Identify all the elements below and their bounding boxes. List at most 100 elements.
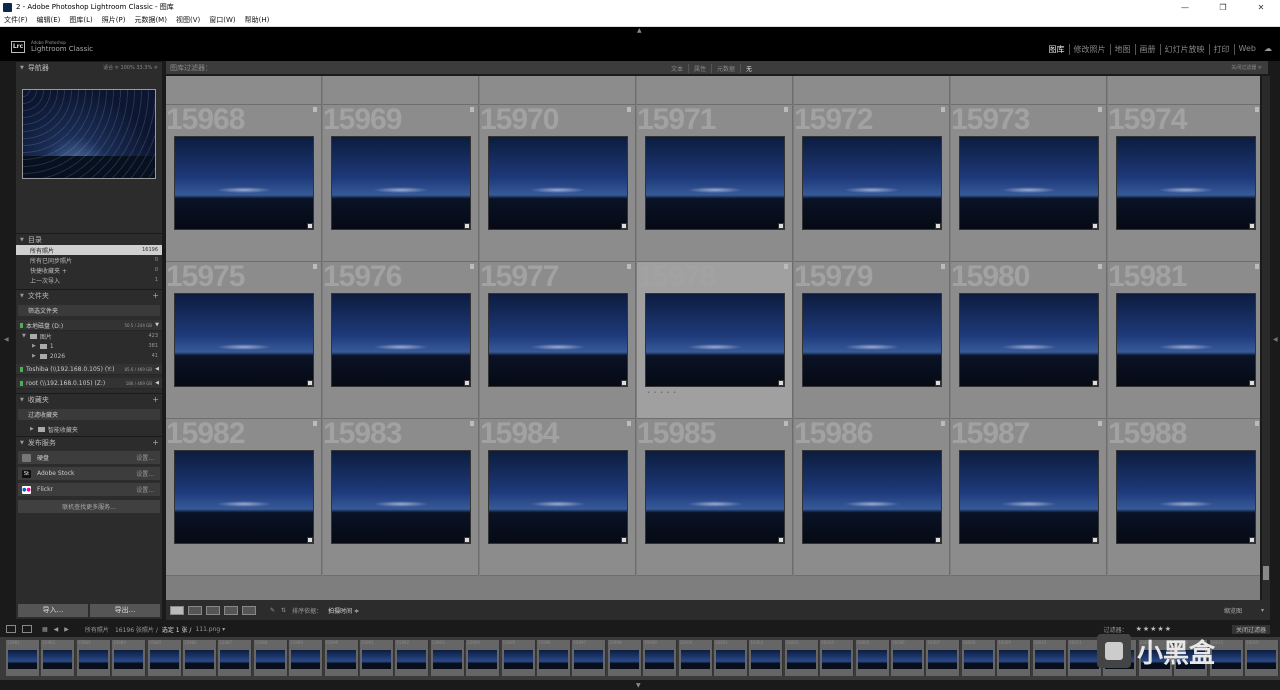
photo-thumbnail[interactable] <box>802 293 942 387</box>
edit-badge-icon[interactable] <box>935 223 941 229</box>
collections-header[interactable]: ▼ 收藏夹 + <box>16 393 162 405</box>
filmstrip-thumb[interactable]: 16001 <box>714 640 748 676</box>
flag-icon[interactable] <box>1255 107 1259 112</box>
grid-cell[interactable]: 15987 <box>951 417 1107 576</box>
module-develop[interactable]: 修改照片 <box>1070 44 1111 55</box>
loupe-view-icon[interactable] <box>188 605 202 615</box>
edit-badge-icon[interactable] <box>778 380 784 386</box>
edit-badge-icon[interactable] <box>464 537 470 543</box>
photo-thumbnail[interactable] <box>488 293 628 387</box>
close-button[interactable]: ✕ <box>1242 3 1280 12</box>
folder-item[interactable]: ▶ 2026 41 <box>16 351 162 361</box>
grid-cell[interactable] <box>637 76 793 105</box>
people-view-icon[interactable] <box>242 605 256 615</box>
grid-cell[interactable]: 15983 <box>323 417 479 576</box>
grid-cell[interactable]: 15986 <box>794 417 950 576</box>
flag-icon[interactable] <box>941 107 945 112</box>
filmstrip-thumb[interactable]: 15987 <box>218 640 253 676</box>
photo-thumbnail[interactable] <box>645 293 785 387</box>
grid-view-icon[interactable] <box>170 605 184 615</box>
flag-icon[interactable] <box>1098 107 1102 112</box>
menu-metadata[interactable]: 元数据(M) <box>130 15 172 25</box>
menu-window[interactable]: 窗口(W) <box>205 15 240 25</box>
edit-badge-icon[interactable] <box>464 223 470 229</box>
filmstrip-thumb[interactable]: 15984 <box>112 640 147 676</box>
flag-icon[interactable] <box>784 421 788 426</box>
filmstrip-source[interactable]: 所有照片 <box>85 625 109 634</box>
bottom-panel-toggle-icon[interactable]: ▼ <box>636 682 641 689</box>
grid-cell[interactable]: 15970 <box>480 103 636 262</box>
flag-icon[interactable] <box>627 107 631 112</box>
filmstrip-thumb[interactable]: 15989 <box>289 640 324 676</box>
photo-thumbnail[interactable] <box>1116 293 1256 387</box>
module-slideshow[interactable]: 幻灯片放映 <box>1161 44 1210 55</box>
module-library[interactable]: 图库 <box>1045 44 1070 55</box>
grid-cell[interactable]: 15971 <box>637 103 793 262</box>
grid-cell[interactable]: 15984 <box>480 417 636 576</box>
grid-cell[interactable]: 15973 <box>951 103 1107 262</box>
flag-icon[interactable] <box>1098 264 1102 269</box>
menu-photo[interactable]: 照片(P) <box>98 15 131 25</box>
catalog-item-quick-collection[interactable]: 快捷收藏夹 + 0 <box>16 265 162 275</box>
add-service-icon[interactable]: + <box>152 438 159 447</box>
grid-cell[interactable]: 15977 <box>480 260 636 419</box>
filmstrip-thumb[interactable]: 15982 <box>41 640 76 676</box>
menu-edit[interactable]: 编辑(E) <box>33 15 66 25</box>
sort-direction-icon[interactable]: ⇅ <box>281 607 286 614</box>
catalog-item-all-photos[interactable]: 所有照片 16196 <box>16 245 162 255</box>
edit-badge-icon[interactable] <box>307 537 313 543</box>
catalog-header[interactable]: ▼ 目录 <box>16 233 162 245</box>
filmstrip-thumb[interactable]: 15991 <box>360 640 394 676</box>
grid-cell[interactable] <box>794 76 950 105</box>
flag-icon[interactable] <box>313 107 317 112</box>
navigator-header[interactable]: ▼ 导航器 适合 ≑ 100% 33.3% ≑ <box>16 61 162 73</box>
compare-view-icon[interactable] <box>206 605 220 615</box>
folders-header[interactable]: ▼ 文件夹 + <box>16 289 162 301</box>
photo-thumbnail[interactable] <box>488 450 628 544</box>
publish-service-flickr[interactable]: ●● Flickr 设置... <box>18 483 160 496</box>
photo-thumbnail[interactable] <box>959 450 1099 544</box>
filmstrip-thumb[interactable]: 15995 <box>501 640 536 676</box>
current-file[interactable]: 111.png ▾ <box>195 626 225 633</box>
adobe-stock-setup-button[interactable]: 设置... <box>136 469 154 478</box>
edit-badge-icon[interactable] <box>1092 537 1098 543</box>
grid-cell[interactable]: 15988 <box>1108 417 1260 576</box>
forward-arrow-icon[interactable]: ▶ <box>64 626 69 633</box>
flag-icon[interactable] <box>784 264 788 269</box>
edit-badge-icon[interactable] <box>1249 537 1255 543</box>
add-folder-icon[interactable]: + <box>152 291 159 300</box>
secondary-window-icon[interactable] <box>22 625 32 633</box>
painter-icon[interactable]: ✎ <box>270 607 275 614</box>
filmstrip-thumb[interactable]: 16007 <box>926 640 961 676</box>
filter-none-tab[interactable]: 无 <box>741 64 757 73</box>
photo-thumbnail[interactable] <box>959 136 1099 230</box>
filmstrip-thumb[interactable]: 15992 <box>395 640 430 676</box>
grid-cell[interactable]: 15969 <box>323 103 479 262</box>
grid-cell[interactable]: 15979 <box>794 260 950 419</box>
navigator-zoom-options[interactable]: 适合 ≑ 100% 33.3% ≑ <box>103 64 158 71</box>
photo-thumbnail[interactable] <box>488 136 628 230</box>
flag-icon[interactable] <box>313 264 317 269</box>
grid-cell[interactable]: 15972 <box>794 103 950 262</box>
survey-view-icon[interactable] <box>224 605 238 615</box>
harddrive-setup-button[interactable]: 设置... <box>136 453 154 462</box>
filmstrip-thumb[interactable]: 15981 <box>6 640 40 676</box>
grid-cell[interactable]: 15968 <box>166 103 322 262</box>
volume-root-z[interactable]: root (\\192.168.0.105) (Z:) 186 / 469 GB… <box>16 378 162 389</box>
folder-item[interactable]: ▼ 图片 423 <box>16 331 162 341</box>
edit-badge-icon[interactable] <box>621 223 627 229</box>
edit-badge-icon[interactable] <box>1092 380 1098 386</box>
top-panel-toggle-icon[interactable]: ▲ <box>637 27 642 34</box>
grid-cell[interactable]: 15981 <box>1108 260 1260 419</box>
flag-icon[interactable] <box>470 421 474 426</box>
photo-thumbnail[interactable] <box>331 136 471 230</box>
flag-icon[interactable] <box>313 421 317 426</box>
flag-icon[interactable] <box>1098 421 1102 426</box>
filter-text-tab[interactable]: 文本 <box>666 64 690 73</box>
flag-icon[interactable] <box>784 107 788 112</box>
filmstrip-thumb[interactable]: 15998 <box>607 640 642 676</box>
flag-icon[interactable] <box>1255 264 1259 269</box>
edit-badge-icon[interactable] <box>307 380 313 386</box>
back-arrow-icon[interactable]: ◀ <box>54 626 59 633</box>
edit-badge-icon[interactable] <box>307 223 313 229</box>
